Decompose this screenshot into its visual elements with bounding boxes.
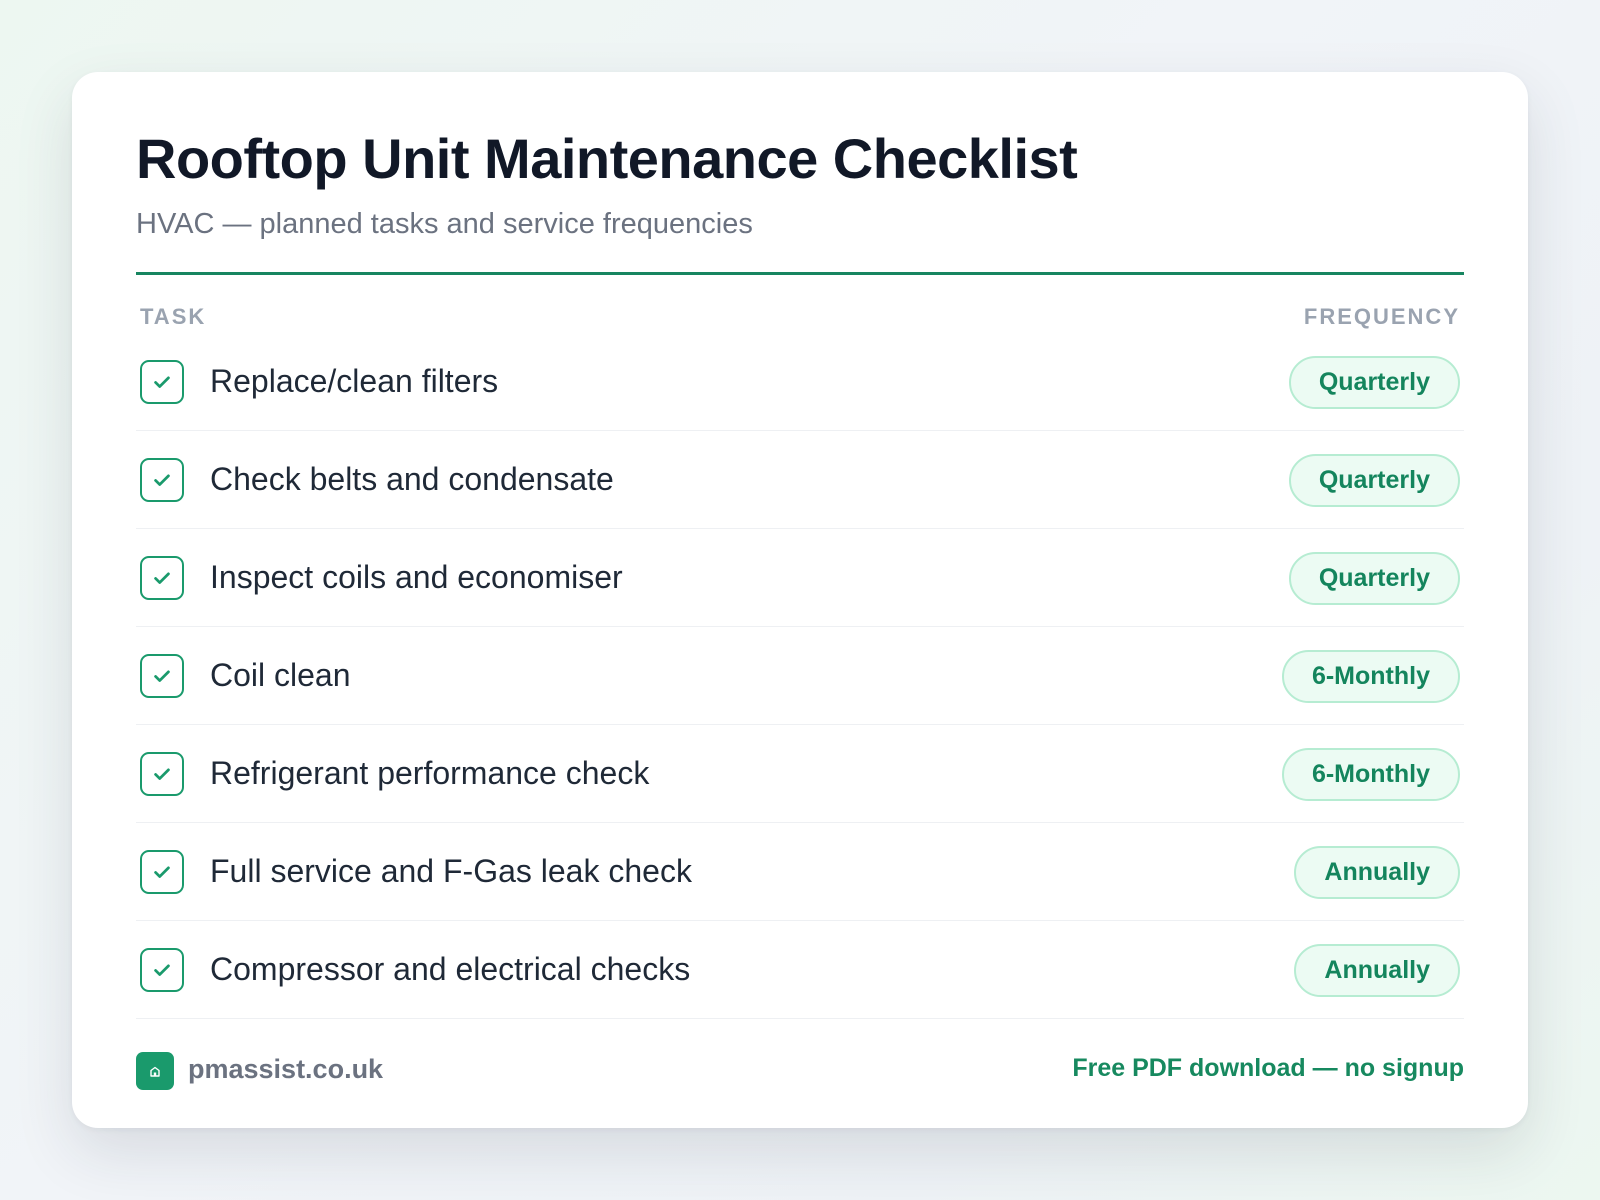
frequency-badge: Quarterly <box>1288 356 1460 409</box>
task-row: Compressor and electrical checks Annuall… <box>136 921 1464 1019</box>
check-icon <box>154 474 170 486</box>
column-header-frequency: FREQUENCY <box>1303 304 1460 329</box>
task-label: Compressor and electrical checks <box>210 951 691 987</box>
header-divider <box>136 272 1464 275</box>
task-row: Replace/clean filters Quarterly <box>136 333 1464 431</box>
frequency-badge: 6-Monthly <box>1281 650 1460 703</box>
column-header-task: TASK <box>140 304 207 329</box>
task-list: Replace/clean filters Quarterly Check be… <box>136 333 1464 1019</box>
task-label: Inspect coils and economiser <box>210 559 623 595</box>
checkbox[interactable] <box>140 654 184 698</box>
check-icon <box>154 572 170 584</box>
download-link[interactable]: Free PDF download — no signup <box>1072 1054 1464 1083</box>
checkbox[interactable] <box>140 850 184 894</box>
frequency-badge: 6-Monthly <box>1281 748 1460 801</box>
check-icon <box>154 964 170 976</box>
task-label: Check belts and condensate <box>210 461 614 497</box>
task-row: Coil clean 6-Monthly <box>136 627 1464 725</box>
site-link[interactable]: pmassist.co.uk <box>188 1054 383 1085</box>
check-icon <box>154 670 170 682</box>
checkbox[interactable] <box>140 360 184 404</box>
frequency-badge: Quarterly <box>1288 552 1460 605</box>
checkbox[interactable] <box>140 458 184 502</box>
task-row: Inspect coils and economiser Quarterly <box>136 529 1464 627</box>
task-label: Coil clean <box>210 657 351 693</box>
check-icon <box>154 376 170 388</box>
checkbox[interactable] <box>140 752 184 796</box>
frequency-badge: Annually <box>1294 944 1460 997</box>
task-row: Full service and F-Gas leak check Annual… <box>136 823 1464 921</box>
page-subtitle: HVAC — planned tasks and service frequen… <box>136 208 753 240</box>
site-logo <box>136 1052 174 1090</box>
task-row: Refrigerant performance check 6-Monthly <box>136 725 1464 823</box>
task-row: Check belts and condensate Quarterly <box>136 431 1464 529</box>
task-label: Full service and F-Gas leak check <box>210 853 692 889</box>
task-label: Refrigerant performance check <box>210 755 650 791</box>
page-title: Rooftop Unit Maintenance Checklist <box>136 127 1078 190</box>
house-icon <box>150 1066 160 1077</box>
checklist-card: Rooftop Unit Maintenance Checklist HVAC … <box>72 72 1528 1128</box>
check-icon <box>154 866 170 878</box>
checkbox[interactable] <box>140 556 184 600</box>
check-icon <box>154 768 170 780</box>
task-label: Replace/clean filters <box>210 363 499 399</box>
frequency-badge: Quarterly <box>1288 454 1460 507</box>
footer: pmassist.co.uk Free PDF download — no si… <box>136 1050 1464 1090</box>
frequency-badge: Annually <box>1294 846 1460 899</box>
checkbox[interactable] <box>140 948 184 992</box>
